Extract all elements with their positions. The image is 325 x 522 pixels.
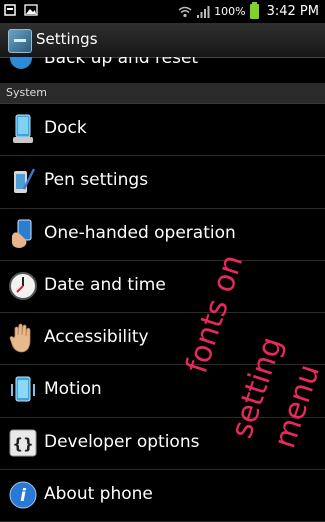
- list-item-label: Pen settings: [44, 170, 149, 191]
- settings-app-icon[interactable]: [8, 29, 32, 53]
- section-header-label: System: [6, 86, 48, 99]
- hand-phone-icon: [12, 219, 32, 248]
- hand-icon: [9, 323, 31, 353]
- list-item-label: Motion: [44, 379, 102, 400]
- motion-phone-icon: [11, 376, 35, 402]
- svg-text:{}: {}: [12, 435, 33, 453]
- battery-percent: 100%: [214, 5, 246, 18]
- section-header-system: System: [0, 83, 325, 104]
- list-item-date-and-time[interactable]: Date and time: [0, 261, 325, 314]
- list-item-accessibility[interactable]: Accessibility: [0, 313, 325, 366]
- page-title: Settings: [36, 30, 98, 48]
- list-item-label: One-handed operation: [44, 222, 236, 243]
- list-item-label: Back up and reset: [44, 57, 199, 68]
- signal-icon: [197, 5, 210, 18]
- list-item-label: Developer options: [44, 431, 200, 452]
- braces-icon: {}: [9, 429, 37, 457]
- list-item-label: About phone: [44, 484, 153, 505]
- status-bar: 100% 3:42 PM: [0, 0, 325, 23]
- clock-icon: [9, 271, 37, 300]
- settings-list: Dock Pen settings One-handed operation D…: [0, 104, 325, 522]
- list-item-label: Dock: [44, 118, 87, 138]
- list-item-backup-reset[interactable]: Back up and reset: [0, 57, 325, 83]
- list-item-one-handed-operation[interactable]: One-handed operation: [0, 209, 325, 261]
- list-item-label: Accessibility: [44, 327, 149, 348]
- list-item-label: Date and time: [44, 274, 166, 295]
- list-item-developer-options[interactable]: {} Developer options: [0, 418, 325, 471]
- dock-icon: [13, 114, 33, 143]
- list-item-about-phone[interactable]: i About phone: [0, 470, 325, 522]
- info-icon: i: [9, 481, 37, 509]
- list-item-motion[interactable]: Motion: [0, 365, 325, 418]
- title-bar: Settings: [0, 23, 325, 58]
- battery-icon: [249, 2, 259, 19]
- image-icon: [24, 4, 38, 16]
- backup-icon: [10, 57, 32, 69]
- list-item-dock[interactable]: Dock: [0, 104, 325, 157]
- settings-icon: [4, 4, 16, 16]
- pen-icon: [14, 168, 36, 194]
- clock-time: 3:42 PM: [266, 4, 319, 19]
- list-item-pen-settings[interactable]: Pen settings: [0, 156, 325, 209]
- wifi-icon: [178, 6, 192, 17]
